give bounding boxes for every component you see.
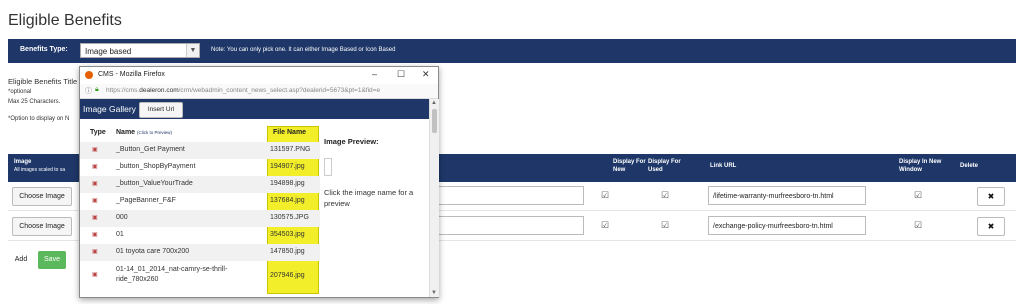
image-file-icon: ▣ [92, 232, 98, 238]
option-note: *Option to display on N [8, 116, 70, 122]
list-item[interactable]: ▣ _PageBanner_F&F 137684.jpg [80, 193, 320, 210]
file-name-link[interactable]: _Button_Get Payment [116, 146, 185, 153]
popup-window-title: CMS - Mozilla Firefox [98, 71, 165, 78]
delete-button[interactable]: ✖ [977, 217, 1005, 236]
file-name-link[interactable]: _PageBanner_F&F [116, 197, 176, 204]
col-name: Name (Click to Preview) [116, 129, 173, 136]
link-url-field[interactable]: /lifetime-warranty-murfreesboro-tn.html [708, 186, 866, 205]
header-link-url: Link URL [710, 163, 737, 169]
popup-url[interactable]: https://cms.dealeron.com/crm/webadmin_co… [106, 87, 380, 94]
file-id: 130575.JPG [270, 214, 309, 221]
title-field[interactable] [438, 216, 584, 235]
file-name-link[interactable]: 01-14_01_2014_nat-camry-se-thrill-ride_7… [116, 265, 261, 285]
file-id: 137684.jpg [270, 197, 305, 204]
gallery-content: Image Gallery Insert Url Type Name (Clic… [80, 99, 429, 297]
firefox-icon [85, 71, 93, 79]
save-button[interactable]: Save [38, 251, 66, 269]
image-gallery-popup: CMS - Mozilla Firefox – ☐ ✕ ⓘ 🔒︎ https:/… [79, 66, 439, 298]
list-item[interactable]: ▣ 01-14_01_2014_nat-camry-se-thrill-ride_… [80, 261, 320, 291]
list-item[interactable]: ▣ _Button_Get Payment 131597.PNG [80, 142, 320, 159]
header-image: Image All images scaled to sa [14, 159, 66, 173]
benefits-type-select[interactable]: Image based ▼ [80, 43, 200, 58]
header-display-used: Display For Used [648, 159, 681, 173]
header-display-new: Display For New [613, 159, 646, 173]
list-item[interactable]: ▣ 01 354503.jpg [80, 227, 320, 244]
col-filename: File Name [273, 129, 307, 136]
file-name-link[interactable]: 000 [116, 214, 128, 221]
max-chars-note: Max 25 Characters. [8, 99, 61, 105]
gallery-title: Image Gallery [83, 104, 136, 114]
benefits-type-label: Benefits Type: [20, 46, 68, 53]
image-file-icon: ▣ [92, 272, 98, 278]
scroll-down-icon[interactable]: ▼ [431, 290, 437, 296]
display-used-checkbox[interactable]: ☑ [661, 220, 669, 231]
image-file-icon: ▣ [92, 147, 98, 153]
lock-icon: 🔒︎ [95, 86, 99, 93]
insert-url-button[interactable]: Insert Url [139, 102, 183, 118]
file-id: 194907.jpg [270, 163, 305, 170]
file-id: 354503.jpg [270, 231, 305, 238]
gallery-header: Image Gallery Insert Url [80, 99, 429, 119]
col-type: Type [90, 129, 106, 136]
close-icon[interactable]: ✕ [422, 69, 430, 80]
list-item[interactable]: ▣ 01 toyota care 700x200 147850.jpg [80, 244, 320, 261]
optional-note: *optional [8, 89, 32, 95]
image-file-icon: ▣ [92, 215, 98, 221]
display-used-checkbox[interactable]: ☑ [661, 190, 669, 201]
title-field[interactable] [438, 186, 584, 205]
popup-address-bar[interactable]: ⓘ 🔒︎ https://cms.dealeron.com/crm/webadm… [80, 84, 438, 99]
link-url-field[interactable]: /exchange-policy-murfreesboro-tn.html [708, 216, 866, 235]
scroll-up-icon[interactable]: ▲ [431, 100, 437, 106]
header-delete: Delete [960, 163, 979, 169]
file-id: 131597.PNG [270, 146, 311, 153]
image-preview-label: Image Preview: [324, 137, 379, 146]
choose-image-button[interactable]: Choose Image [12, 187, 72, 206]
file-name-link[interactable]: 01 toyota care 700x200 [116, 248, 189, 255]
display-new-checkbox[interactable]: ☑ [601, 220, 609, 231]
delete-button[interactable]: ✖ [977, 187, 1005, 206]
benefits-type-value: Image based [85, 47, 132, 56]
file-name-link[interactable]: _button_ShopByPayment [116, 163, 195, 170]
benefits-type-bar: Benefits Type: Image based ▼ Note: You c… [8, 39, 1016, 63]
image-file-icon: ▣ [92, 198, 98, 204]
maximize-icon[interactable]: ☐ [397, 69, 405, 80]
chevron-down-icon: ▼ [186, 44, 199, 57]
minimize-icon[interactable]: – [372, 69, 377, 79]
page-title: Eligible Benefits [8, 12, 122, 29]
add-button[interactable]: Add [10, 251, 32, 269]
new-window-checkbox[interactable]: ☑ [914, 220, 922, 231]
image-file-icon: ▣ [92, 164, 98, 170]
info-icon[interactable]: ⓘ [85, 86, 92, 96]
image-file-icon: ▣ [92, 181, 98, 187]
file-id: 194898.jpg [270, 180, 305, 187]
image-file-icon: ▣ [92, 249, 98, 255]
eligible-title-label: Eligible Benefits Title [8, 77, 78, 86]
benefits-type-note: Note: You can only pick one. It can eith… [211, 47, 396, 53]
image-preview-box [324, 158, 332, 176]
close-icon: ✖ [987, 192, 995, 201]
list-item[interactable]: ▣ 000 130575.JPG [80, 210, 320, 227]
file-name-link[interactable]: _button_ValueYourTrade [116, 180, 193, 187]
display-new-checkbox[interactable]: ☑ [601, 190, 609, 201]
choose-image-button[interactable]: Choose Image [12, 217, 72, 236]
list-item[interactable]: ▣ _button_ShopByPayment 194907.jpg [80, 159, 320, 176]
popup-scrollbar[interactable]: ▲ ▼ [429, 99, 439, 297]
image-preview-hint: Click the image name for a preview [324, 188, 414, 208]
header-display-new-window: Display In New Window [899, 159, 942, 173]
list-item[interactable]: ▣ _button_ValueYourTrade 194898.jpg [80, 176, 320, 193]
close-icon: ✖ [987, 222, 995, 231]
file-name-link[interactable]: 01 [116, 231, 124, 238]
popup-titlebar: CMS - Mozilla Firefox – ☐ ✕ [80, 67, 438, 84]
file-id: 147850.jpg [270, 248, 305, 255]
new-window-checkbox[interactable]: ☑ [914, 190, 922, 201]
scroll-thumb[interactable] [432, 109, 437, 133]
file-id: 207946.jpg [270, 272, 305, 279]
